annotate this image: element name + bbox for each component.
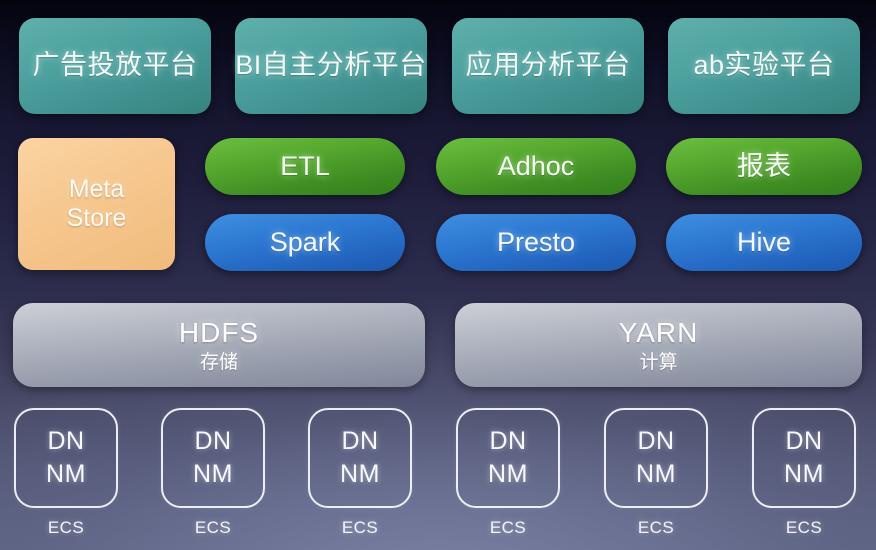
machine-node-line1: DN: [194, 426, 232, 455]
workload-pill-label: 报表: [737, 150, 791, 181]
platform-tile-label: BI自主分析平台: [235, 50, 427, 81]
workload-pill-label: Adhoc: [497, 150, 575, 181]
machine-node-caption: ECS: [341, 518, 379, 537]
engine-pill-presto[interactable]: Presto: [436, 214, 636, 271]
machine-node-line2: NM: [636, 460, 676, 488]
machine-node-line2: NM: [488, 460, 528, 488]
machine-node[interactable]: DN NM: [161, 408, 265, 508]
engine-pill-label: Spark: [269, 226, 341, 257]
infra-box-title: HDFS: [178, 316, 260, 348]
meta-store-line1: Meta: [68, 174, 125, 203]
machine-node-line1: DN: [637, 426, 675, 455]
machine-node-caption: ECS: [489, 518, 527, 537]
platform-tile-bi[interactable]: BI自主分析平台: [235, 18, 427, 114]
platform-tile-label: 广告投放平台: [32, 50, 198, 81]
meta-store-box[interactable]: Meta Store: [18, 138, 175, 270]
architecture-diagram: 广告投放平台 BI自主分析平台 应用分析平台 ab实验平台 Meta Store…: [0, 0, 876, 550]
machine-node-caption: ECS: [47, 518, 85, 537]
engine-pill-label: Presto: [496, 226, 576, 257]
machine-node[interactable]: DN NM: [456, 408, 560, 508]
infra-box-subtitle: 存储: [199, 351, 238, 373]
machine-node[interactable]: DN NM: [752, 408, 856, 508]
infra-box-title: YARN: [618, 316, 699, 348]
infra-box-yarn[interactable]: YARN 计算: [455, 303, 862, 387]
infra-box-hdfs[interactable]: HDFS 存储: [13, 303, 425, 387]
workload-pill-report[interactable]: 报表: [666, 138, 862, 195]
platform-tile-ab-test[interactable]: ab实验平台: [668, 18, 860, 114]
machine-node-line1: DN: [785, 426, 823, 455]
machine-node-caption: ECS: [637, 518, 675, 537]
machine-node-line2: NM: [340, 460, 380, 488]
workload-pill-etl[interactable]: ETL: [205, 138, 405, 195]
machine-node-line2: NM: [46, 460, 86, 488]
workload-pill-adhoc[interactable]: Adhoc: [436, 138, 636, 195]
machine-node[interactable]: DN NM: [604, 408, 708, 508]
machine-node-line2: NM: [193, 460, 233, 488]
machine-node[interactable]: DN NM: [308, 408, 412, 508]
machine-node-caption: ECS: [785, 518, 823, 537]
engine-pill-spark[interactable]: Spark: [205, 214, 405, 271]
machine-node-line1: DN: [341, 426, 379, 455]
platform-tile-app-analytics[interactable]: 应用分析平台: [452, 18, 644, 114]
machine-node-line1: DN: [47, 426, 85, 455]
meta-store-line2: Store: [66, 204, 127, 232]
workload-pill-label: ETL: [280, 150, 330, 181]
platform-tile-label: ab实验平台: [693, 50, 835, 81]
machine-node-line1: DN: [489, 426, 527, 455]
machine-node-line2: NM: [784, 460, 824, 488]
engine-pill-label: Hive: [736, 226, 791, 257]
infra-box-subtitle: 计算: [639, 351, 678, 373]
machine-node-caption: ECS: [194, 518, 232, 537]
engine-pill-hive[interactable]: Hive: [666, 214, 862, 271]
platform-tile-ad[interactable]: 广告投放平台: [19, 18, 211, 114]
platform-tile-label: 应用分析平台: [465, 50, 631, 81]
machine-node[interactable]: DN NM: [14, 408, 118, 508]
